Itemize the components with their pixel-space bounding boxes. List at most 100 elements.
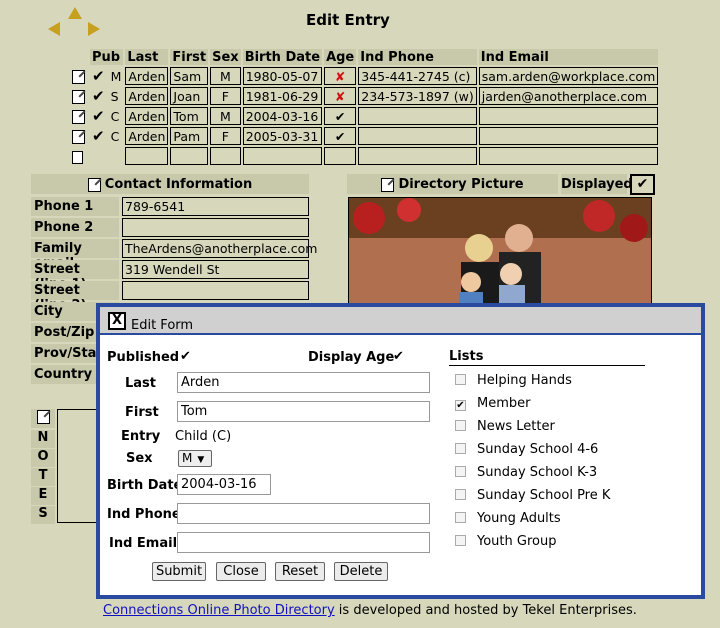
email-cell: jarden@anotherplace.com	[478, 87, 659, 105]
list-checkbox[interactable]	[455, 420, 466, 431]
contact-info-title: Contact Information	[104, 177, 253, 192]
contact-value: TheArdens@anotherplace.com	[122, 239, 317, 258]
reset-button[interactable]: Reset	[275, 562, 325, 581]
phone-cell: 234-573-1897 (w)	[358, 87, 477, 105]
nav-right-arrow-icon[interactable]	[88, 22, 100, 36]
birth-date-label: Birth Date	[107, 478, 183, 493]
list-item[interactable]: Helping Hands	[455, 373, 572, 388]
edit-entry-icon[interactable]	[72, 129, 85, 144]
last-cell: Arden	[125, 107, 169, 125]
age-hidden-icon: ✘	[324, 67, 357, 85]
displayed-checkbox[interactable]: ✔	[630, 174, 655, 195]
birth-date-input[interactable]	[177, 474, 271, 495]
list-checkbox[interactable]	[455, 489, 466, 500]
list-checkbox[interactable]: ✔	[455, 400, 466, 411]
directory-picture-header: Directory Picture	[347, 174, 558, 194]
display-age-checkbox[interactable]: ✔	[393, 349, 404, 364]
first-input[interactable]	[177, 401, 430, 422]
list-checkbox[interactable]	[455, 466, 466, 477]
sex-select[interactable]: M ▼	[178, 450, 212, 467]
pub-check: ✔	[92, 127, 105, 145]
submit-button[interactable]: Submit	[152, 562, 206, 581]
entry-value: Child (C)	[175, 429, 232, 444]
notes-box	[57, 409, 97, 523]
list-label: Helping Hands	[477, 373, 572, 388]
ind-email-input[interactable]	[177, 532, 430, 553]
edit-notes-icon[interactable]	[31, 409, 55, 428]
notes-letter: S	[31, 506, 55, 524]
pub-check: ✔	[92, 87, 105, 105]
ind-phone-input[interactable]	[177, 503, 430, 524]
edit-picture-icon[interactable]	[381, 177, 395, 192]
last-cell: Arden	[125, 67, 169, 85]
list-checkbox[interactable]	[455, 535, 466, 546]
birth-cell: 2004-03-16	[242, 107, 323, 125]
directory-picture-title: Directory Picture	[398, 177, 524, 192]
last-input[interactable]	[177, 372, 430, 393]
contact-label: Street (line 2)	[31, 281, 119, 313]
close-modal-button[interactable]: X	[108, 312, 126, 330]
footer-text: is developed and hosted by Tekel Enterpr…	[334, 603, 637, 618]
birth-cell: 1980-05-07	[242, 67, 323, 85]
sex-cell: F	[210, 127, 241, 145]
close-button[interactable]: Close	[216, 562, 266, 581]
edit-entry-icon[interactable]	[72, 69, 85, 84]
displayed-label: Displayed	[561, 174, 633, 194]
header-ind-phone: Ind Phone	[358, 49, 477, 65]
list-item[interactable]: ✔ Member	[455, 396, 530, 411]
published-checkbox[interactable]: ✔	[180, 349, 191, 364]
list-item[interactable]: Sunday School 4-6	[455, 442, 598, 457]
family-photo	[348, 197, 652, 307]
list-checkbox[interactable]	[455, 443, 466, 454]
email-cell	[478, 107, 659, 125]
sex-cell: M	[210, 107, 241, 125]
footer-link[interactable]: Connections Online Photo Directory	[103, 603, 335, 618]
entry-type: S	[110, 88, 119, 104]
edit-entry-icon[interactable]	[72, 89, 85, 104]
sex-select-value: M	[182, 451, 193, 465]
header-spacer	[70, 49, 88, 65]
first-cell: Tom	[170, 107, 209, 125]
pub-check: ✔	[92, 67, 105, 85]
list-checkbox[interactable]	[455, 374, 466, 385]
entry-type: C	[110, 128, 120, 144]
first-cell: Joan	[170, 87, 209, 105]
list-item[interactable]: Sunday School Pre K	[455, 488, 610, 503]
first-cell: Sam	[170, 67, 209, 85]
table-row: ✔ S Arden Joan F 1981-06-29 ✘ 234-573-18…	[70, 87, 659, 105]
age-hidden-icon: ✘	[324, 87, 357, 105]
phone-cell	[358, 127, 477, 145]
table-row-new	[70, 147, 659, 165]
list-item[interactable]: Young Adults	[455, 511, 561, 526]
list-checkbox[interactable]	[455, 512, 466, 523]
list-item[interactable]: Sunday School K-3	[455, 465, 597, 480]
age-shown-check: ✔	[324, 127, 357, 145]
edit-contact-icon[interactable]	[87, 177, 101, 192]
list-item[interactable]: Youth Group	[455, 534, 556, 549]
header-last: Last	[125, 49, 169, 65]
new-entry-icon[interactable]	[72, 150, 83, 164]
notes-letter: T	[31, 468, 55, 486]
notes-edit-icon[interactable]	[36, 409, 50, 424]
list-label: News Letter	[477, 419, 555, 434]
phone-cell: 345-441-2745 (c)	[358, 67, 477, 85]
page-title: Edit Entry	[306, 11, 390, 29]
nav-up-arrow-icon[interactable]	[68, 7, 82, 19]
edit-entry-icon[interactable]	[72, 109, 85, 124]
contact-label: Phone 2	[31, 218, 119, 237]
nav-left-arrow-icon[interactable]	[48, 22, 60, 36]
edit-form-header: X Edit Form	[100, 307, 701, 335]
pub-check: ✔	[92, 107, 105, 125]
contact-value	[122, 281, 309, 300]
delete-button[interactable]: Delete	[334, 562, 388, 581]
list-label: Youth Group	[477, 534, 557, 549]
sex-label: Sex	[126, 451, 153, 466]
entry-label: Entry	[121, 429, 161, 444]
lists-heading: Lists	[449, 349, 645, 366]
contact-value: 789-6541	[122, 197, 309, 216]
header-age: Age	[324, 49, 357, 65]
list-item[interactable]: News Letter	[455, 419, 555, 434]
notes-letter: O	[31, 449, 55, 467]
email-cell: sam.arden@workplace.com	[478, 67, 659, 85]
display-age-label: Display Age	[308, 350, 395, 365]
